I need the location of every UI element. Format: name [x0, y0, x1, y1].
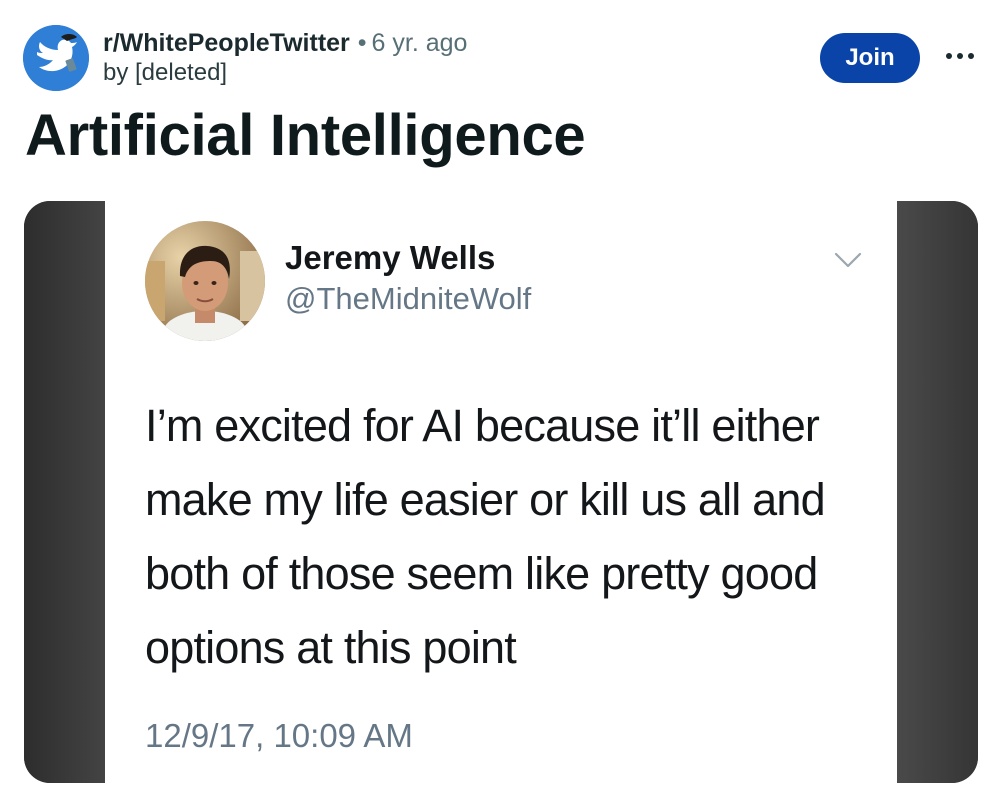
post-author: by [deleted]	[103, 59, 228, 86]
twitter-bird-icon	[23, 25, 89, 91]
post-title[interactable]: Artificial Intelligence	[25, 100, 586, 172]
tweet-timestamp: 12/9/17, 10:09 AM	[145, 717, 413, 754]
media-blur-right	[896, 201, 978, 783]
profile-photo	[145, 221, 265, 341]
tweet-avatar	[145, 221, 265, 341]
chevron-down-icon	[834, 252, 862, 268]
subreddit-name[interactable]: r/WhitePeopleTwitter	[103, 29, 350, 57]
join-button[interactable]: Join	[820, 33, 920, 83]
tweet-author-name: Jeremy Wells	[285, 239, 496, 276]
media-blur-left	[24, 201, 106, 783]
separator-dot: •	[357, 29, 367, 57]
more-options-icon[interactable]	[940, 44, 980, 68]
tweet-text: I’m excited for AI because it’ll either …	[145, 400, 826, 673]
post-header: r/WhitePeopleTwitter • 6 yr. ago by [delet…	[0, 0, 998, 100]
tweet-author-handle: @TheMidniteWolf	[285, 281, 532, 316]
subreddit-avatar[interactable]	[23, 25, 89, 91]
post-media[interactable]: Jeremy Wells @TheMidniteWolf I’m excited…	[24, 201, 978, 783]
post-age: 6 yr. ago	[371, 29, 468, 57]
tweet-screenshot: Jeremy Wells @TheMidniteWolf I’m excited…	[105, 201, 897, 783]
post-meta: r/WhitePeopleTwitter • 6 yr. ago by [delet…	[103, 28, 467, 88]
